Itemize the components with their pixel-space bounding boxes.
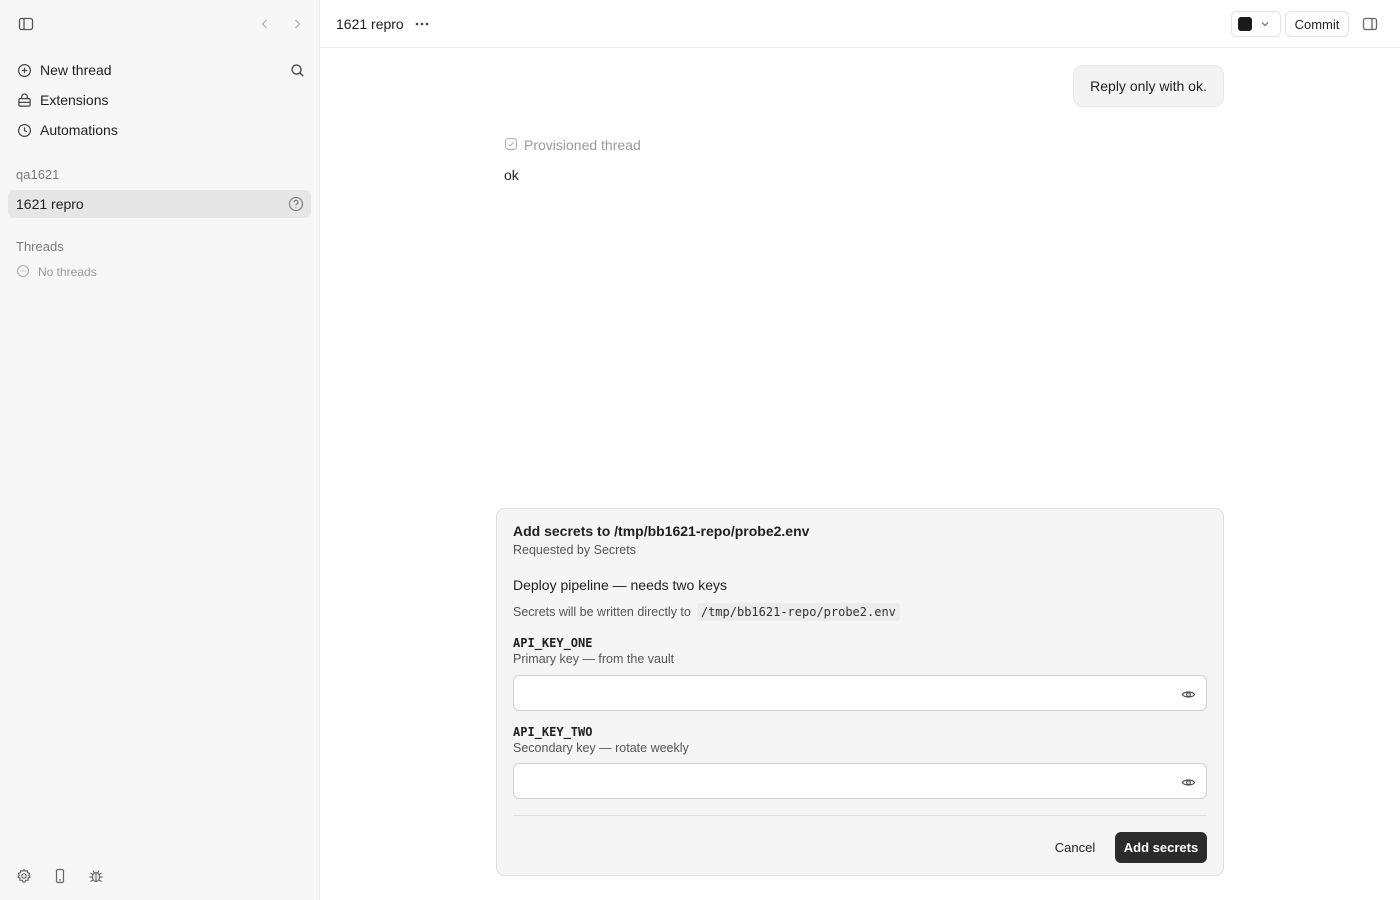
sidebar-toolbar [0,0,319,48]
chevron-down-icon [1260,16,1270,32]
cancel-button[interactable]: Cancel [1045,832,1105,862]
sidebar-item-automations[interactable]: Automations [8,116,311,144]
bug-icon[interactable] [86,866,106,886]
empty-threads-label: No threads [38,265,97,279]
api-key-one-input[interactable] [514,676,1206,710]
secrets-description-text: Secrets will be written directly to [513,605,691,619]
provisioned-label: Provisioned thread [524,137,641,153]
project-section-title: qa1621 [16,167,60,182]
forward-arrow-icon[interactable] [285,12,309,36]
card-divider [513,815,1207,816]
api-key-two-name: API_KEY_TWO [513,725,593,739]
api-key-two-input[interactable] [514,764,1206,798]
eye-icon[interactable] [1180,774,1196,790]
eye-icon[interactable] [1180,686,1196,702]
sidebar-item-1621-repro[interactable]: 1621 repro [8,190,311,218]
new-thread-button[interactable]: New thread [8,56,311,84]
secrets-card-title: Add secrets to /tmp/bb1621-repo/probe2.e… [513,523,810,539]
empty-threads: No threads [16,263,97,281]
api-key-one-help: Primary key — from the vault [513,652,675,666]
search-icon[interactable] [285,58,309,82]
main-header: 1621 repro Commit [320,0,1400,48]
new-thread-label: New thread [40,62,112,78]
api-key-two-help: Secondary key — rotate weekly [513,741,689,755]
sidebar: New thread Extensions Automations qa1621… [0,0,320,900]
api-key-one-field [513,675,1207,711]
threads-section-title: Threads [16,239,64,254]
assistant-reply: ok [504,167,519,183]
mobile-device-icon[interactable] [50,866,70,886]
plus-circle-icon [16,62,32,78]
more-options-icon[interactable] [412,12,432,36]
commit-button[interactable]: Commit [1285,11,1349,37]
api-key-two-field [513,763,1207,799]
project-label: 1621 repro [16,196,84,212]
thread-status-icon [16,264,30,281]
secrets-target-path: /tmp/bb1621-repo/probe2.env [696,603,900,621]
secrets-description: Secrets will be written directly to /tmp… [513,603,900,621]
add-secrets-card: Add secrets to /tmp/bb1621-repo/probe2.e… [496,508,1224,876]
api-key-one-name: API_KEY_ONE [513,636,593,650]
automations-label: Automations [40,122,118,138]
sidebar-item-extensions[interactable]: Extensions [8,86,311,114]
back-arrow-icon[interactable] [253,12,277,36]
provisioned-thread-status: Provisioned thread [504,137,641,153]
page-title: 1621 repro [336,16,404,32]
extensions-label: Extensions [40,92,109,108]
model-picker[interactable] [1231,11,1281,37]
provisioned-icon [504,137,518,154]
sidebar-toggle-icon[interactable] [14,12,38,36]
gear-icon[interactable] [14,866,34,886]
user-message-bubble: Reply only with ok. [1073,65,1224,107]
requested-by: Requested by Secrets [513,543,636,557]
help-circle-icon[interactable] [288,196,304,212]
clock-icon [16,122,32,138]
add-secrets-button[interactable]: Add secrets [1115,832,1207,863]
right-panel-toggle-icon[interactable] [1360,14,1380,34]
secrets-heading: Deploy pipeline — needs two keys [513,577,728,593]
model-logo-icon [1238,17,1252,31]
extensions-icon [16,92,32,108]
